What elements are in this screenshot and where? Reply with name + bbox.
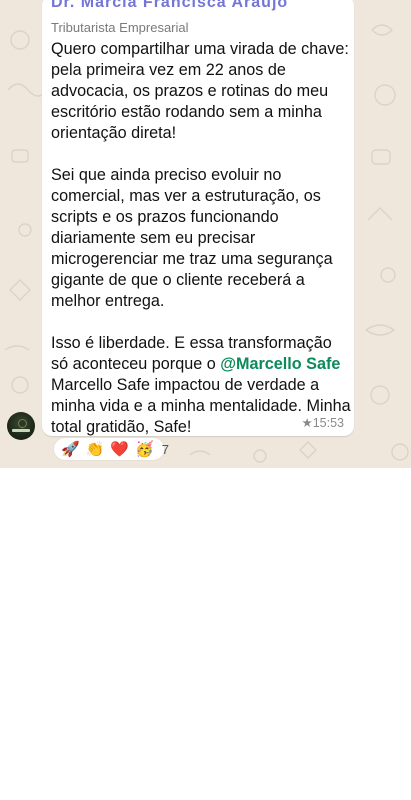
message-paragraph: Quero compartilhar uma virada de chave: … <box>51 40 349 142</box>
sender-role: Tributarista Empresarial <box>51 20 189 35</box>
message-bubble[interactable]: Dr. Marcia Francisca Araujo Tributarista… <box>42 0 354 436</box>
reactions-bar[interactable]: 🚀 👏 ❤️ 🥳 7 <box>53 437 169 461</box>
avatar[interactable] <box>7 412 35 440</box>
reaction-count: 7 <box>161 441 169 457</box>
star-icon: ★ <box>301 416 313 430</box>
message-paragraph: Sei que ainda preciso evoluir no comerci… <box>51 166 333 310</box>
avatar-figure <box>18 419 27 428</box>
message-meta: ★15:53 <box>302 415 345 430</box>
avatar-logo-stripe <box>12 429 30 432</box>
party-face-emoji-icon: 🥳 <box>135 440 154 458</box>
chat-area: Dr. Marcia Francisca Araujo Tributarista… <box>0 0 411 468</box>
red-heart-emoji-icon: ❤️ <box>110 440 130 458</box>
sender-name[interactable]: Dr. Marcia Francisca Araujo <box>51 0 288 12</box>
message-time: 15:53 <box>312 416 344 430</box>
mention-link[interactable]: @Marcello Safe <box>220 355 340 373</box>
rocket-emoji-icon: 🚀 <box>61 440 80 458</box>
message-text: Quero compartilhar uma virada de chave: … <box>51 39 351 436</box>
clapping-hands-emoji-icon: 👏 <box>85 440 105 458</box>
